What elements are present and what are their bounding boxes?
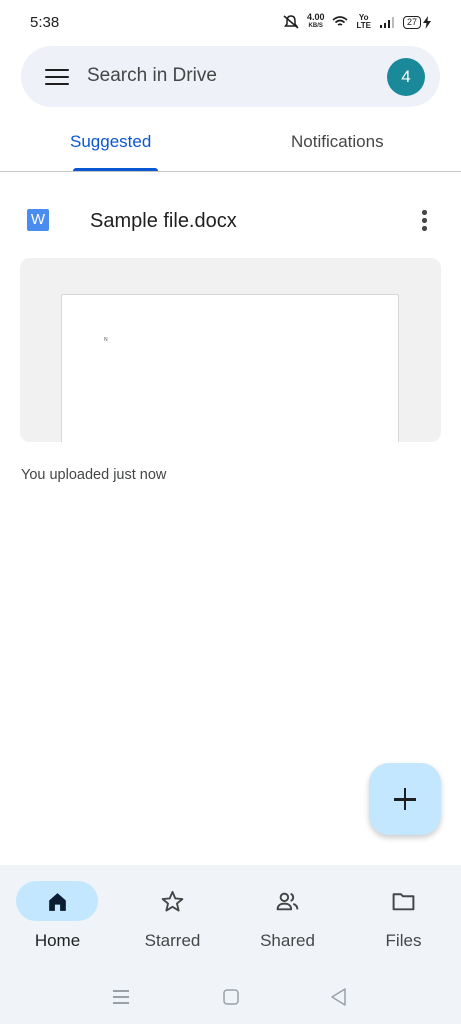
- nav-home[interactable]: Home: [0, 865, 115, 970]
- new-button[interactable]: [369, 763, 441, 835]
- volte-bottom: LTE: [356, 21, 371, 30]
- more-options-icon[interactable]: [414, 208, 434, 234]
- tab-suggested[interactable]: Suggested: [70, 132, 151, 152]
- document-page-thumbnail: N: [61, 294, 399, 442]
- home-icon: [49, 893, 66, 911]
- volte-indicator: Yo LTE: [356, 14, 371, 30]
- nav-starred-label: Starred: [144, 931, 201, 950]
- wifi-icon: [332, 16, 348, 26]
- search-bar[interactable]: Search in Drive 4: [21, 46, 440, 107]
- tab-bar: Suggested Notifications: [0, 112, 461, 172]
- bottom-navigation: Home Starred Shared Files: [0, 865, 461, 970]
- home-square-icon[interactable]: [220, 987, 242, 1007]
- nav-starred[interactable]: Starred: [115, 865, 230, 970]
- file-name[interactable]: Sample file.docx: [90, 210, 237, 233]
- file-activity-text: You uploaded just now: [21, 467, 167, 483]
- nav-shared[interactable]: Shared: [230, 865, 345, 970]
- folder-icon: [392, 893, 415, 911]
- status-icons: 4.00 KB/S Yo LTE 27: [283, 13, 431, 31]
- system-navigation-bar: [0, 970, 461, 1024]
- nav-home-label: Home: [34, 931, 81, 950]
- recents-icon[interactable]: [110, 987, 132, 1007]
- search-input[interactable]: Search in Drive: [87, 65, 217, 87]
- nav-shared-label: Shared: [260, 931, 315, 950]
- tab-notifications[interactable]: Notifications: [291, 132, 384, 152]
- signal-icon: [379, 17, 394, 28]
- bell-muted-icon: [283, 15, 299, 29]
- file-row[interactable]: W Sample file.docx: [0, 198, 461, 246]
- star-icon: [161, 890, 184, 912]
- menu-icon[interactable]: [45, 69, 69, 86]
- nav-files[interactable]: Files: [346, 865, 461, 970]
- file-preview[interactable]: N: [20, 258, 441, 442]
- network-speed-value: 4.00: [306, 12, 325, 22]
- active-tab-indicator: [73, 168, 158, 171]
- battery-indicator: 27: [402, 15, 431, 29]
- word-document-icon: W: [27, 209, 49, 231]
- network-speed-unit: KB/S: [308, 23, 323, 29]
- charging-icon: [423, 15, 431, 29]
- back-icon[interactable]: [328, 987, 350, 1007]
- account-avatar[interactable]: 4: [387, 58, 425, 96]
- status-time: 5:38: [30, 14, 60, 31]
- document-text-mark: N: [104, 337, 108, 343]
- network-speed: 4.00 KB/S: [307, 13, 325, 31]
- nav-files-label: Files: [385, 931, 422, 950]
- people-icon: [276, 892, 299, 911]
- battery-level: 27: [402, 15, 421, 29]
- status-bar: 5:38 4.00 KB/S Yo LTE 27: [0, 0, 461, 44]
